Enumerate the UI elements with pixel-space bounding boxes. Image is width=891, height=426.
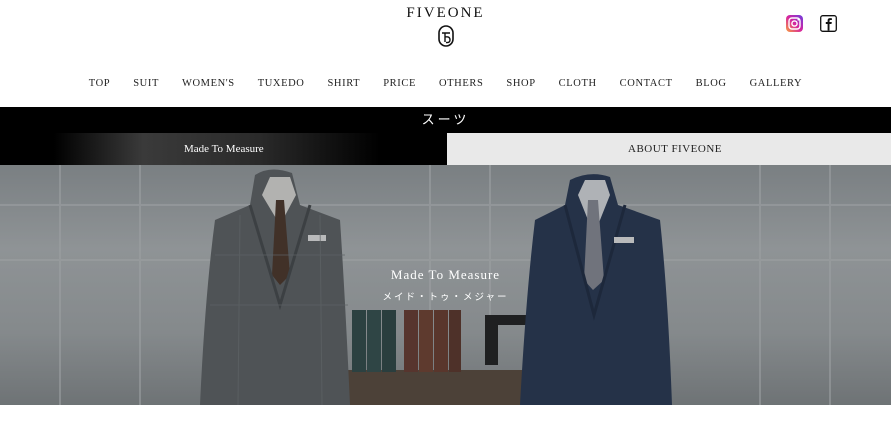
category-title-bar: スーツ bbox=[0, 107, 891, 133]
main-nav: TOP SUIT WOMEN'S TUXEDO SHIRT PRICE OTHE… bbox=[0, 78, 891, 89]
nav-item-blog[interactable]: BLOG bbox=[696, 78, 727, 89]
facebook-icon[interactable] bbox=[820, 15, 837, 32]
nav-item-others[interactable]: OTHERS bbox=[439, 78, 483, 89]
social-links bbox=[786, 15, 837, 32]
nav-item-womens[interactable]: WOMEN'S bbox=[182, 78, 235, 89]
hero-title: Made To Measure bbox=[390, 267, 501, 282]
nav-item-top[interactable]: TOP bbox=[89, 78, 110, 89]
fiveone-monogram-icon[interactable] bbox=[436, 24, 456, 48]
nav-item-contact[interactable]: CONTACT bbox=[620, 78, 673, 89]
nav-item-gallery[interactable]: GALLERY bbox=[750, 78, 803, 89]
nav-item-shirt[interactable]: SHIRT bbox=[327, 78, 360, 89]
nav-item-suit[interactable]: SUIT bbox=[133, 78, 159, 89]
tab-made-to-measure[interactable]: Made To Measure bbox=[0, 133, 447, 165]
tab-about-fiveone-label: ABOUT FIVEONE bbox=[628, 143, 722, 155]
instagram-icon[interactable] bbox=[786, 15, 803, 32]
nav-item-cloth[interactable]: CLOTH bbox=[559, 78, 597, 89]
category-title: スーツ bbox=[421, 112, 470, 127]
brand-name[interactable]: FIVEONE bbox=[0, 5, 891, 22]
hero-banner: Made To Measure メイド・トゥ・メジャー bbox=[0, 165, 891, 405]
nav-item-price[interactable]: PRICE bbox=[383, 78, 416, 89]
hero-overlay bbox=[0, 165, 891, 405]
nav-item-shop[interactable]: SHOP bbox=[506, 78, 535, 89]
tab-made-to-measure-label: Made To Measure bbox=[184, 143, 264, 155]
brand[interactable]: FIVEONE bbox=[0, 5, 891, 48]
nav-item-tuxedo[interactable]: TUXEDO bbox=[258, 78, 305, 89]
hero-subtitle: メイド・トゥ・メジャー bbox=[382, 292, 509, 303]
tab-about-fiveone[interactable]: ABOUT FIVEONE bbox=[447, 133, 891, 165]
